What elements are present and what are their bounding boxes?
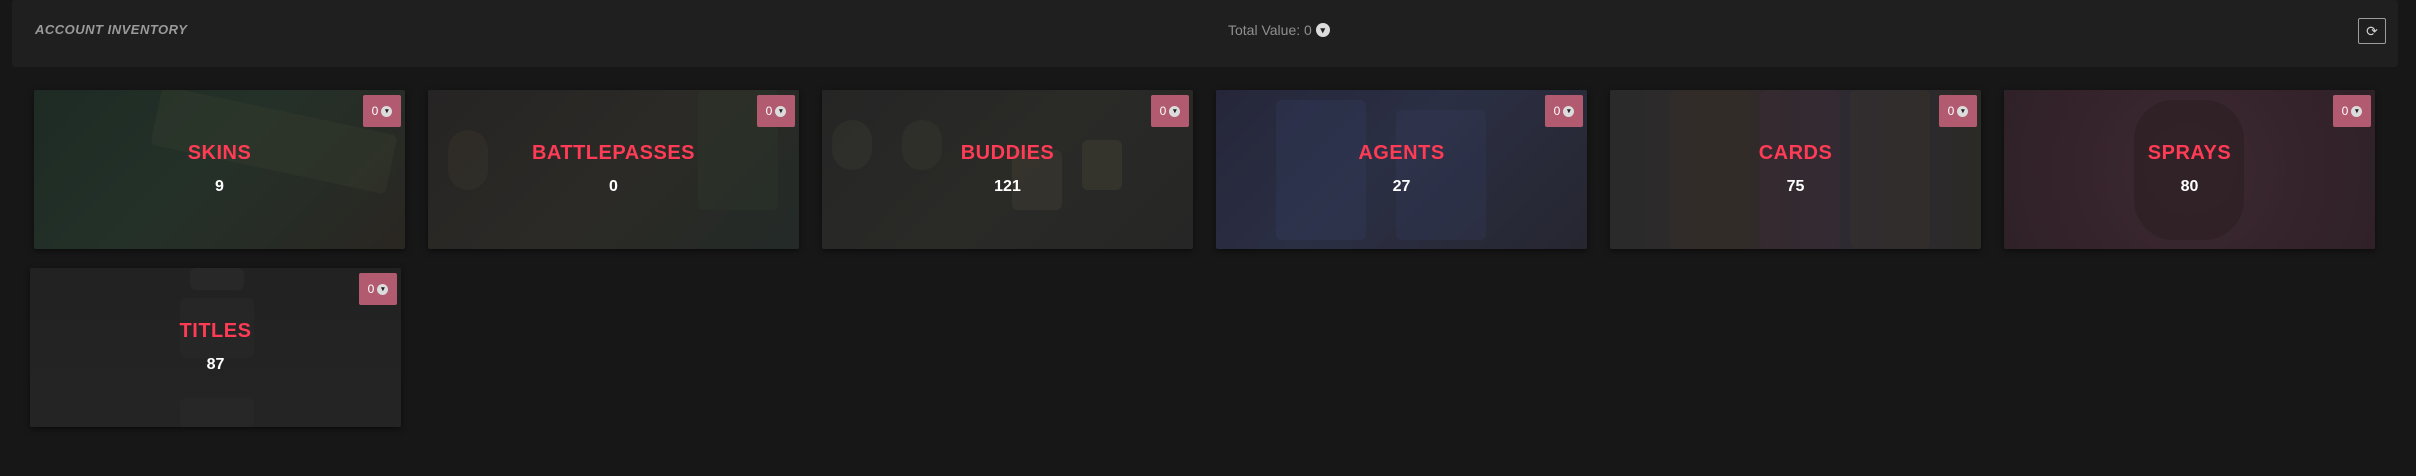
category-card-agents[interactable]: AGENTS 27 0 ▾ — [1216, 90, 1587, 249]
category-value: 0 — [1553, 104, 1561, 118]
buddies-background — [822, 90, 1193, 249]
valorant-points-icon: ▾ — [2351, 105, 2363, 117]
category-value: 0 — [765, 104, 773, 118]
category-count: 9 — [215, 178, 224, 195]
category-title: BATTLEPASSES — [531, 142, 696, 164]
total-value-label: Total Value: 0 — [1228, 22, 1312, 38]
category-value: 0 — [367, 282, 375, 296]
refresh-icon: ⟳ — [2366, 23, 2378, 39]
category-value-badge[interactable]: 0 ▾ — [1151, 95, 1189, 127]
category-value: 0 — [1159, 104, 1167, 118]
category-value-badge[interactable]: 0 ▾ — [359, 273, 397, 305]
category-card-cards[interactable]: CARDS 75 0 ▾ — [1610, 90, 1981, 249]
category-title: AGENTS — [1358, 142, 1445, 164]
valorant-points-icon: ▾ — [1563, 105, 1575, 117]
agents-background — [1216, 90, 1587, 249]
inventory-header: ACCOUNT INVENTORY Total Value: 0 ▾ ⟳ — [12, 0, 2398, 67]
category-count: 75 — [1786, 178, 1805, 195]
valorant-points-icon: ▾ — [1315, 23, 1330, 37]
category-count: 87 — [206, 356, 225, 373]
valorant-points-icon: ▾ — [1169, 105, 1181, 117]
page-title: ACCOUNT INVENTORY — [35, 22, 188, 37]
valorant-points-icon: ▾ — [1957, 105, 1969, 117]
category-value-badge[interactable]: 0 ▾ — [757, 95, 795, 127]
category-title: CARDS — [1758, 142, 1833, 164]
category-value: 0 — [1947, 104, 1955, 118]
category-count: 121 — [994, 178, 1021, 195]
category-value-badge[interactable]: 0 ▾ — [2333, 95, 2371, 127]
category-title: BUDDIES — [960, 142, 1055, 164]
category-count: 27 — [1392, 178, 1411, 195]
category-value: 0 — [371, 104, 379, 118]
category-count: 0 — [609, 178, 618, 195]
valorant-points-icon: ▾ — [775, 105, 787, 117]
category-title: SKINS — [187, 142, 252, 164]
category-title: TITLES — [179, 320, 252, 342]
category-value-badge[interactable]: 0 ▾ — [1545, 95, 1583, 127]
total-value: Total Value: 0 ▾ — [1228, 22, 1330, 38]
category-card-titles[interactable]: TITLES 87 0 ▾ — [30, 268, 401, 427]
category-value-badge[interactable]: 0 ▾ — [363, 95, 401, 127]
category-count: 80 — [2180, 178, 2199, 195]
category-card-battlepasses[interactable]: BATTLEPASSES 0 0 ▾ — [428, 90, 799, 249]
category-card-sprays[interactable]: SPRAYS 80 0 ▾ — [2004, 90, 2375, 249]
battlepasses-background — [428, 90, 799, 249]
category-card-buddies[interactable]: BUDDIES 121 0 ▾ — [822, 90, 1193, 249]
valorant-points-icon: ▾ — [377, 283, 389, 295]
category-value-badge[interactable]: 0 ▾ — [1939, 95, 1977, 127]
category-title: SPRAYS — [2147, 142, 2232, 164]
sprays-background — [2004, 90, 2375, 249]
refresh-button[interactable]: ⟳ — [2358, 18, 2386, 44]
titles-background — [30, 268, 401, 427]
cards-background — [1610, 90, 1981, 249]
valorant-points-icon: ▾ — [381, 105, 393, 117]
skins-background — [34, 90, 405, 249]
category-value: 0 — [2341, 104, 2349, 118]
category-card-skins[interactable]: SKINS 9 0 ▾ — [34, 90, 405, 249]
